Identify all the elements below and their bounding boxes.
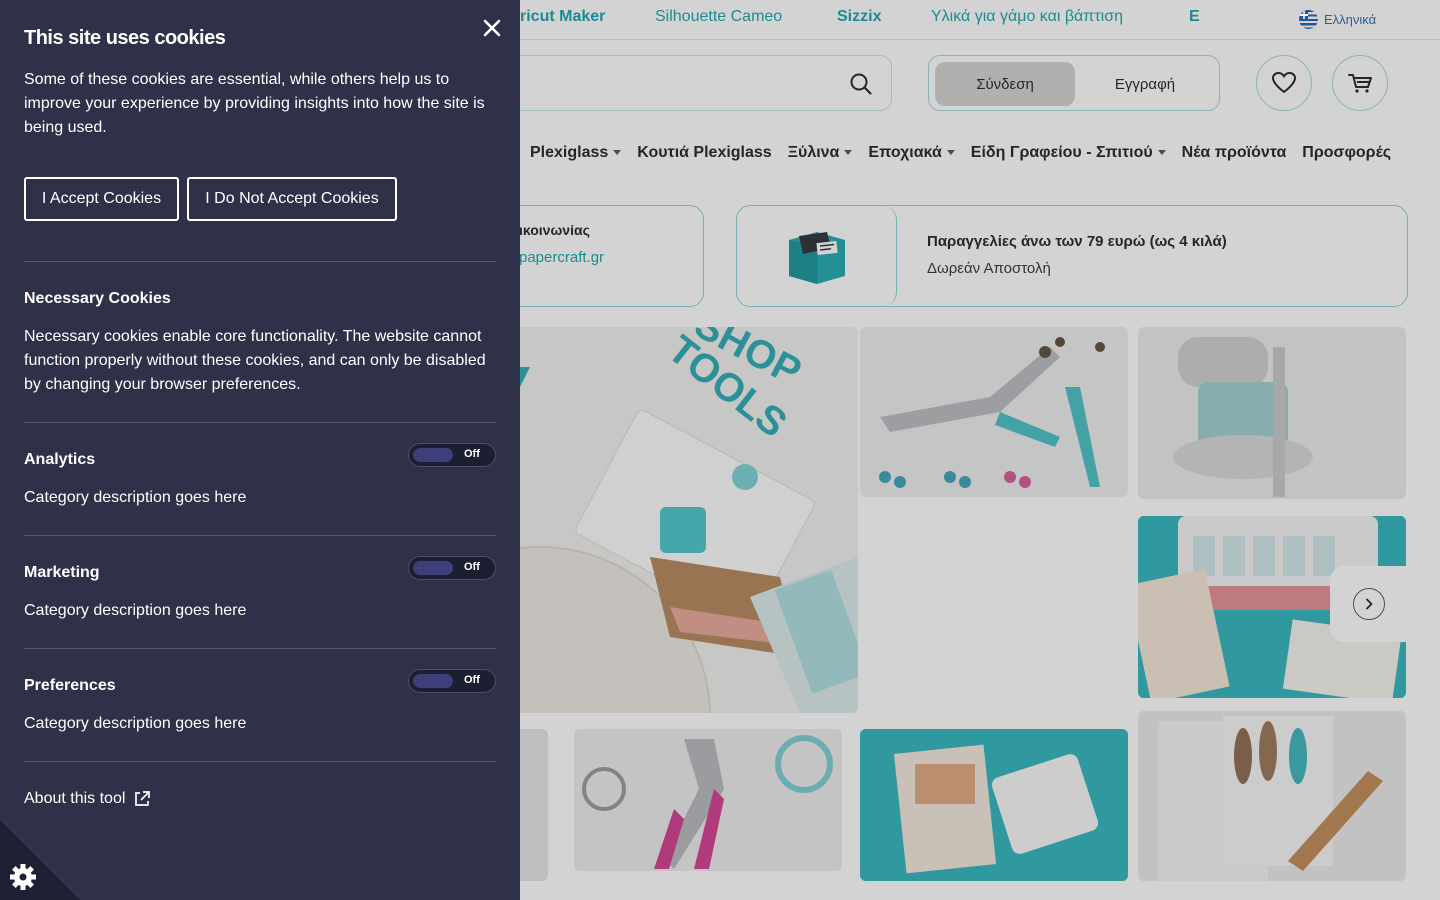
- category-nav: Plexiglass Κουτιά Plexiglass Ξύλινα Εποχ…: [530, 144, 1391, 162]
- search-input[interactable]: [500, 55, 892, 111]
- language-selector[interactable]: Ελληνικά: [1299, 10, 1376, 29]
- wishlist-button[interactable]: [1256, 55, 1312, 111]
- language-label: Ελληνικά: [1324, 12, 1377, 27]
- brand-link-wedding[interactable]: Υλικά για γάμο και βάπτιση: [931, 8, 1123, 26]
- brand-link-e[interactable]: E: [1189, 8, 1200, 26]
- nav-item-office-home[interactable]: Είδη Γραφείου - Σπιτιού: [971, 144, 1166, 162]
- brand-link-silhouette[interactable]: Silhouette Cameo: [655, 8, 782, 26]
- brand-link-cricut[interactable]: ricut Maker: [520, 8, 605, 26]
- reject-cookies-button[interactable]: I Do Not Accept Cookies: [187, 177, 397, 221]
- shipping-subtitle: Δωρεάν Αποστολή: [927, 260, 1051, 277]
- shipping-info-box: Παραγγελίες άνω των 79 ευρώ (ως 4 κιλά) …: [736, 205, 1408, 307]
- nav-item-wooden[interactable]: Ξύλινα: [788, 144, 853, 162]
- cards-image: [860, 729, 1128, 881]
- marketing-toggle[interactable]: Off: [408, 556, 496, 580]
- necessary-cookies-title: Necessary Cookies: [24, 290, 171, 307]
- login-button[interactable]: Σύνδεση: [935, 62, 1075, 106]
- package-icon: [788, 232, 845, 284]
- tile-cards[interactable]: [860, 729, 1128, 881]
- heart-icon: [1272, 72, 1296, 93]
- divider: [24, 648, 496, 649]
- cart-icon: [1348, 74, 1372, 93]
- divider: [24, 261, 496, 262]
- pliers-image: [574, 729, 842, 871]
- package-icon-box: [737, 206, 897, 306]
- analytics-toggle[interactable]: Off: [408, 443, 496, 467]
- cookie-settings-button[interactable]: [0, 820, 80, 900]
- contact-link[interactable]: papercraft.gr: [519, 249, 604, 266]
- analytics-title: Analytics: [24, 451, 96, 468]
- toggle-knob: [413, 674, 453, 688]
- marketing-title: Marketing: [24, 564, 100, 581]
- analytics-description: Category description goes here: [24, 489, 247, 506]
- cookie-panel-title: This site uses cookies: [24, 27, 226, 49]
- hero-banner-shop-tools[interactable]: SHOP TOOLS: [500, 327, 858, 713]
- chevron-right-icon: [1353, 588, 1385, 620]
- about-tool-link[interactable]: About this tool: [24, 790, 151, 808]
- preferences-title: Preferences: [24, 677, 116, 694]
- divider: [24, 761, 496, 762]
- tile-foil-quill[interactable]: [1138, 711, 1406, 881]
- tile-eyelet-tools[interactable]: [860, 327, 1128, 497]
- toggle-state-label: Off: [464, 448, 480, 460]
- nav-item-offers[interactable]: Προσφορές: [1302, 144, 1391, 162]
- cart-button[interactable]: [1332, 55, 1388, 111]
- nav-item-seasonal[interactable]: Εποχιακά: [868, 144, 954, 162]
- auth-toggle: Σύνδεση Εγγραφή: [928, 55, 1220, 111]
- slider-next-button[interactable]: [1330, 566, 1408, 642]
- cookie-consent-panel: This site uses cookies Some of these coo…: [0, 0, 520, 900]
- external-link-icon: [135, 791, 151, 806]
- toggle-state-label: Off: [464, 561, 480, 573]
- register-button[interactable]: Εγγραφή: [1075, 62, 1215, 106]
- divider: [24, 535, 496, 536]
- toggle-state-label: Off: [464, 674, 480, 686]
- shop-tools-illustration: SHOP TOOLS: [500, 327, 858, 713]
- marketing-description: Category description goes here: [24, 602, 247, 619]
- accept-cookies-button[interactable]: I Accept Cookies: [24, 177, 179, 221]
- search-icon[interactable]: [849, 72, 873, 96]
- cookie-intro-text: Some of these cookies are essential, whi…: [24, 71, 485, 136]
- brand-link-sizzix[interactable]: Sizzix: [837, 8, 881, 26]
- close-icon[interactable]: [480, 16, 504, 40]
- nav-item-plexiglass-boxes[interactable]: Κουτιά Plexiglass: [637, 144, 771, 162]
- toggle-knob: [413, 561, 453, 575]
- greek-flag-icon: [1299, 10, 1318, 29]
- tile-pliers[interactable]: [574, 729, 842, 871]
- preferences-toggle[interactable]: Off: [408, 669, 496, 693]
- toggle-knob: [413, 448, 453, 462]
- gear-icon: [10, 864, 36, 890]
- preferences-description: Category description goes here: [24, 715, 247, 732]
- necessary-cookies-text: Necessary cookies enable core functional…: [24, 328, 486, 393]
- machine-image: [1138, 327, 1406, 499]
- shipping-title: Παραγγελίες άνω των 79 ευρώ (ως 4 κιλά): [927, 233, 1227, 250]
- contact-title: ικοινωνίας: [519, 222, 590, 238]
- nav-item-new-products[interactable]: Νέα προϊόντα: [1182, 144, 1287, 162]
- nav-item-plexiglass[interactable]: Plexiglass: [530, 144, 621, 162]
- tile-machine[interactable]: [1138, 327, 1406, 499]
- foil-quill-image: [1138, 711, 1406, 881]
- eyelet-tools-image: [860, 327, 1128, 497]
- about-tool-label: About this tool: [24, 790, 126, 807]
- divider: [24, 422, 496, 423]
